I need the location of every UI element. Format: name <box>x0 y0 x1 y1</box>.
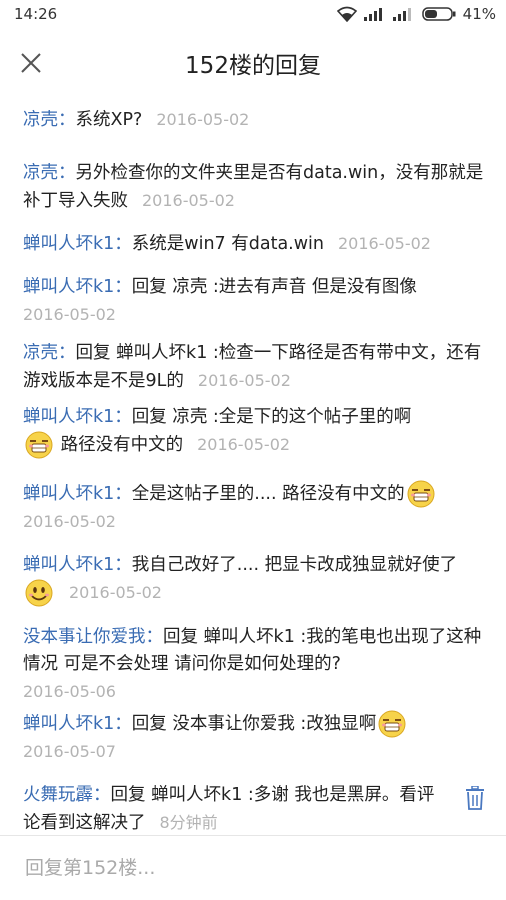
comment-text: 系统是win7 有data.win <box>131 234 324 254</box>
comment-text: 回复 没本事让你爱我 :改独显啊 <box>131 714 377 734</box>
comment-username[interactable]: 蝉叫人坏k1 <box>23 234 114 254</box>
comment-username[interactable]: 凉壳 <box>23 163 58 183</box>
comment-text-continued: 路径没有中文的 <box>60 435 184 455</box>
comment-time: 2016-05-07 <box>23 742 116 761</box>
comment-time: 2016-05-02 <box>338 234 431 253</box>
close-icon[interactable] <box>18 50 44 76</box>
crying-face-emoji-icon <box>378 710 406 738</box>
list-item: 凉壳：回复 蝉叫人坏k1 :检查一下路径是否有带中文，还有游戏版本是不是9L的 2… <box>23 343 482 391</box>
trash-icon[interactable] <box>464 786 486 810</box>
comment-time: 8分钟前 <box>159 813 218 832</box>
battery-percent: 41% <box>462 5 496 23</box>
header: 152楼的回复 <box>0 28 506 98</box>
comment-time: 2016-05-02 <box>142 191 235 210</box>
reply-bar <box>0 835 506 900</box>
comment-time: 2016-05-02 <box>197 371 291 390</box>
reply-input[interactable] <box>23 856 467 880</box>
comment-username[interactable]: 蝉叫人坏k1 <box>23 555 114 575</box>
comment-text: 回复 凉壳 :进去有声音 但是没有图像 <box>131 277 417 297</box>
comment-text: 另外检查你的文件夹里是否有data.win，没有那就是补丁导入失败 <box>23 163 484 211</box>
comment-text: 全是这帖子里的.... 路径没有中文的 <box>131 484 405 504</box>
comment-text: 回复 凉壳 :全是下的这个帖子里的啊 <box>131 407 412 427</box>
list-item: 蝉叫人坏k1：全是这帖子里的.... 路径没有中文的 2016-05-02 <box>0 480 506 536</box>
comment-username[interactable]: 火舞玩霹 <box>23 785 93 805</box>
comment-time: 2016-05-02 <box>156 110 250 129</box>
list-item: 蝉叫人坏k1：我自己改好了.... 把显卡改成独显就好使了2016-05-02 <box>0 552 506 607</box>
battery-icon <box>421 7 456 21</box>
signal-icon-2 <box>392 8 411 21</box>
status-icons: 41% <box>336 5 496 23</box>
comment-text: 我自己改好了.... 把显卡改成独显就好使了 <box>131 555 458 575</box>
status-time: 14:26 <box>14 5 58 23</box>
comment-username[interactable]: 凉壳 <box>23 110 58 130</box>
list-item: 蝉叫人坏k1：回复 凉壳 :全是下的这个帖子里的啊 路径没有中文的 2016-05… <box>0 404 506 459</box>
list-item: 没本事让你爱我：回复 蝉叫人坏k1 :我的笔电也出现了这种情况 可是不会处理 请… <box>23 627 482 701</box>
comment-username[interactable]: 蝉叫人坏k1 <box>23 407 114 427</box>
comment-username[interactable]: 蝉叫人坏k1 <box>23 484 114 504</box>
crying-face-emoji-icon <box>25 431 53 459</box>
comment-time: 2016-05-02 <box>23 512 116 531</box>
list-item: 火舞玩霹：回复 蝉叫人坏k1 :多谢 我也是黑屏。看评论看到这解决了 8分钟前 <box>0 782 506 834</box>
comment-text: 系统XP? <box>75 110 143 130</box>
comment-time: 2016-05-02 <box>69 583 162 602</box>
comment-username[interactable]: 蝉叫人坏k1 <box>23 714 114 734</box>
crying-face-emoji-icon <box>407 480 435 508</box>
reply-list[interactable]: 凉壳：系统XP? 2016-05-02 凉壳：另外检查你的文件夹里是否有data.… <box>0 106 506 834</box>
comment-username[interactable]: 凉壳 <box>23 343 58 363</box>
wifi-icon <box>336 6 357 22</box>
comment-time: 2016-05-02 <box>23 305 116 324</box>
page-title: 152楼的回复 <box>185 53 321 79</box>
comment-username[interactable]: 没本事让你爱我 <box>23 627 146 647</box>
signal-icon-1 <box>363 8 382 21</box>
comment-time: 2016-05-02 <box>197 435 291 454</box>
list-item: 凉壳：另外检查你的文件夹里是否有data.win，没有那就是补丁导入失败 2016… <box>23 163 484 211</box>
comment-time: 2016-05-06 <box>23 682 116 701</box>
list-item: 蝉叫人坏k1：回复 没本事让你爱我 :改独显啊 2016-05-07 <box>0 710 506 766</box>
list-item: 蝉叫人坏k1：回复 凉壳 :进去有声音 但是没有图像 2016-05-02 <box>23 277 417 324</box>
comment-username[interactable]: 蝉叫人坏k1 <box>23 277 114 297</box>
status-bar: 14:26 41% <box>0 0 506 28</box>
smiling-face-emoji-icon <box>25 579 53 607</box>
list-item: 凉壳：系统XP? 2016-05-02 <box>23 110 250 130</box>
list-item: 蝉叫人坏k1：系统是win7 有data.win 2016-05-02 <box>23 234 431 254</box>
